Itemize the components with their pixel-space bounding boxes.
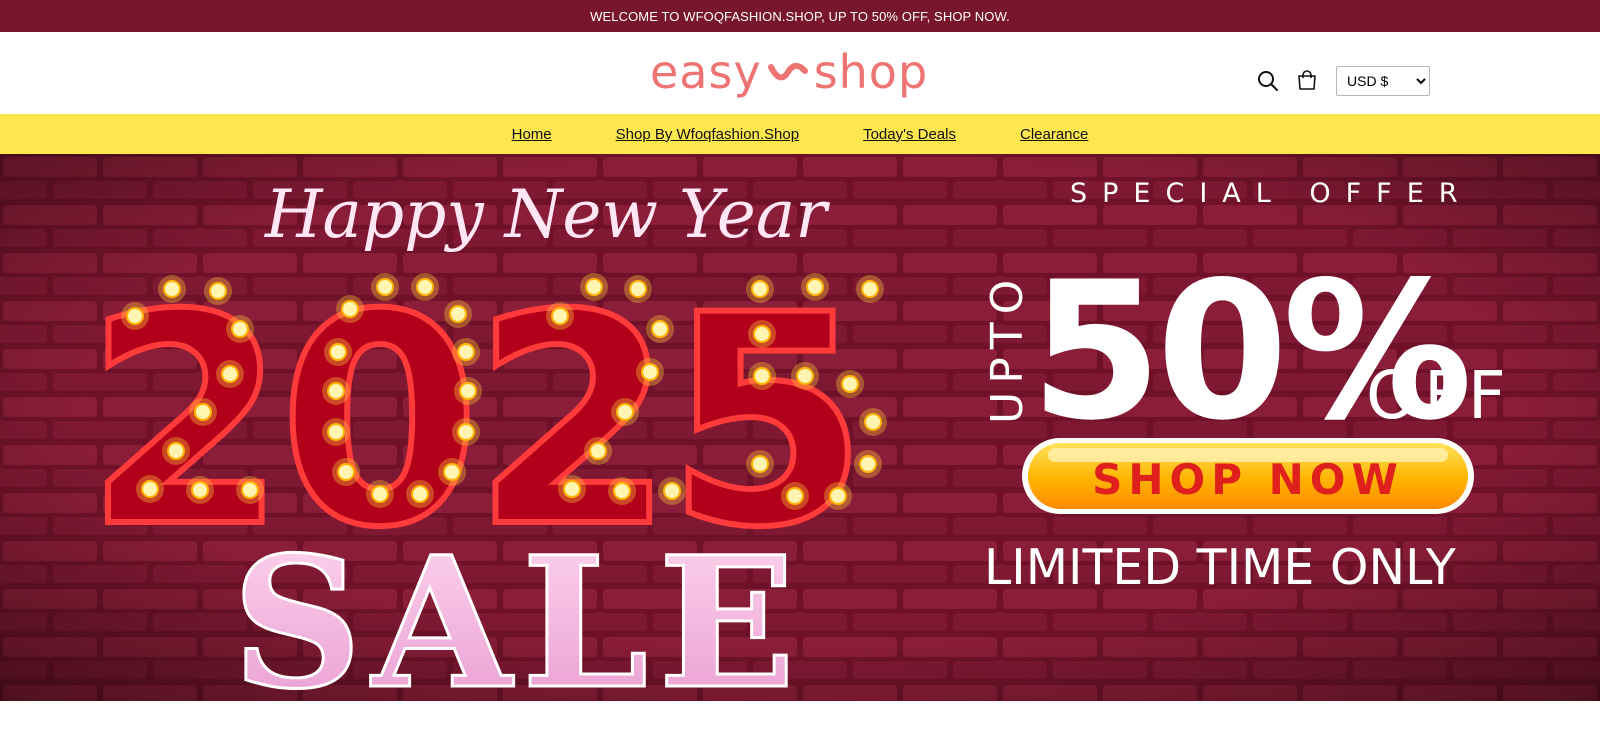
site-header: easy shop USD $ [0,32,1600,114]
hero-script-text: Happy New Year [264,176,830,253]
light-bulb [751,455,769,473]
hero-upto: UPTO [982,272,1033,424]
logo[interactable]: easy shop [650,40,928,104]
light-bulb [327,382,345,400]
light-bulb [416,278,434,296]
light-bulb [563,480,581,498]
light-bulb [585,278,603,296]
hero-limited-text: LIMITED TIME ONLY [984,539,1457,596]
light-bulb [209,282,227,300]
light-bulb [796,367,814,385]
hero-artwork: Happy New Year 2025 SALE SPECIAL OFFER U… [0,154,1600,701]
nav-item-shop-by[interactable]: Shop By Wfoqfashion.Shop [616,126,799,143]
light-bulb [327,423,345,441]
light-bulb [449,305,467,323]
light-bulb [613,482,631,500]
light-bulb [457,423,475,441]
light-bulb [864,413,882,431]
search-button[interactable] [1254,67,1282,95]
light-bulb [411,485,429,503]
light-bulb [376,278,394,296]
swoosh-icon [767,62,808,81]
light-bulb [341,300,359,318]
light-bulb [221,365,239,383]
light-bulb [751,280,769,298]
light-bulb [191,481,209,499]
hero-sale-text: SALE [232,518,805,701]
light-bulb [841,375,859,393]
logo-left-text: easy [650,45,762,99]
light-bulb [337,463,355,481]
light-bulb [167,442,185,460]
currency-select[interactable]: USD $ [1336,66,1430,96]
light-bulb [786,487,804,505]
logo-right-text: shop [813,45,929,99]
light-bulb [194,403,212,421]
light-bulb [753,325,771,343]
light-bulb [651,320,669,338]
light-bulb [806,278,824,296]
hero-special-offer: SPECIAL OFFER [1070,178,1473,209]
light-bulb [641,363,659,381]
main-nav: Home Shop By Wfoqfashion.Shop Today's De… [0,114,1600,154]
hero-off: OFF [1366,357,1512,434]
light-bulb [457,343,475,361]
light-bulb [829,487,847,505]
light-bulb [443,463,461,481]
nav-item-todays-deals[interactable]: Today's Deals [863,126,956,143]
light-bulb [753,367,771,385]
light-bulb [616,403,634,421]
nav-item-clearance[interactable]: Clearance [1020,126,1088,143]
light-bulb [551,307,569,325]
page-content-start [0,701,1600,739]
cart-icon [1298,70,1316,90]
light-bulb [859,455,877,473]
light-bulb [329,343,347,361]
shop-now-label: SHOP NOW [1092,455,1404,504]
hero-banner[interactable]: Happy New Year 2025 SALE SPECIAL OFFER U… [0,154,1600,701]
light-bulb [241,481,259,499]
light-bulb [861,280,879,298]
shop-now-button[interactable]: SHOP NOW [1022,438,1474,514]
search-icon [1258,71,1278,91]
light-bulb [663,482,681,500]
light-bulb [589,442,607,460]
light-bulb [231,320,249,338]
light-bulb [126,307,144,325]
announcement-text: WELCOME TO WFOQFASHION.SHOP, UP TO 50% O… [590,8,1010,24]
light-bulb [629,280,647,298]
light-bulb [163,280,181,298]
cart-button[interactable] [1293,67,1321,95]
nav-item-home[interactable]: Home [512,126,552,143]
announcement-bar: WELCOME TO WFOQFASHION.SHOP, UP TO 50% O… [0,0,1600,32]
light-bulb [371,485,389,503]
light-bulb [459,382,477,400]
light-bulb [141,480,159,498]
